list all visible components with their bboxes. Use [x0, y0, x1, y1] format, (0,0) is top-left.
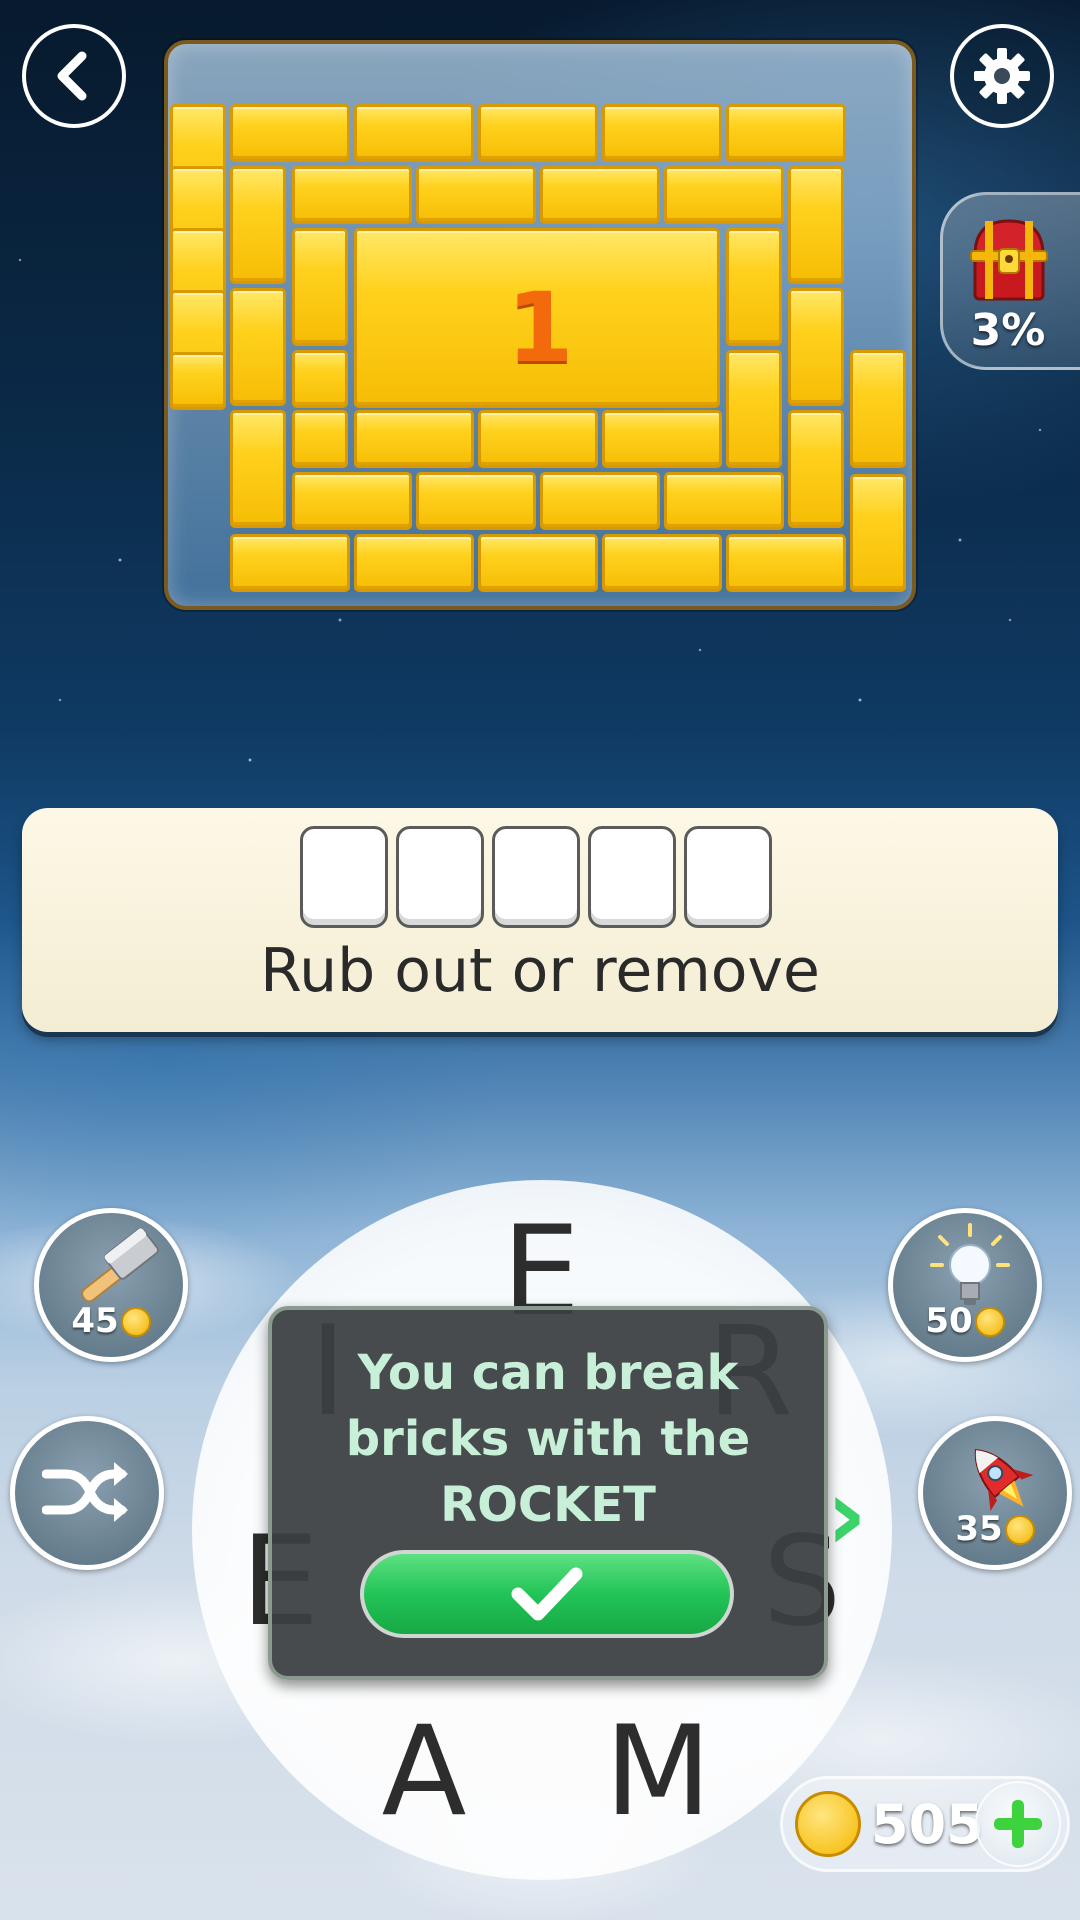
brick — [230, 166, 286, 284]
chevron-right-icon: › — [826, 1456, 868, 1573]
coin-icon — [1004, 1515, 1035, 1545]
tip-line: ROCKET — [440, 1477, 656, 1533]
brick — [292, 410, 348, 468]
brick — [230, 534, 350, 592]
coin-balance: 505 — [780, 1776, 1070, 1872]
brick-board: 1 — [164, 40, 916, 610]
brick — [354, 410, 474, 468]
brick — [354, 534, 474, 592]
brick — [850, 474, 906, 592]
treasure-progress-text: 3% — [970, 305, 1046, 356]
tip-line: You can break — [357, 1345, 739, 1401]
shuffle-icon — [42, 1462, 128, 1522]
answer-slot — [588, 826, 676, 928]
confirm-button[interactable] — [360, 1550, 734, 1638]
chevron-left-icon — [57, 51, 87, 101]
tip-text: You can break bricks with the ROCKET — [282, 1340, 814, 1538]
brick — [292, 472, 412, 530]
brick — [664, 472, 784, 530]
coin-icon — [795, 1791, 861, 1857]
coin-count: 505 — [871, 1793, 984, 1856]
answer-slots — [300, 826, 772, 928]
treasure-chest-progress[interactable]: 3% — [940, 192, 1080, 370]
brick — [788, 410, 844, 528]
wheel-letter[interactable]: A — [364, 1700, 484, 1844]
brick — [230, 104, 350, 162]
brick — [416, 472, 536, 530]
shuffle-button[interactable] — [10, 1416, 164, 1570]
settings-button[interactable] — [950, 24, 1054, 128]
brick — [478, 534, 598, 592]
rocket-tip-dialog: You can break bricks with the ROCKET — [268, 1306, 828, 1680]
brick — [602, 410, 722, 468]
coin-icon — [120, 1307, 151, 1337]
answer-slot — [396, 826, 484, 928]
brick — [478, 410, 598, 468]
rocket-powerup-button[interactable]: 35 — [918, 1416, 1072, 1570]
brick — [416, 166, 536, 224]
hint-cost: 50 — [893, 1301, 1037, 1341]
gear-icon — [974, 48, 1030, 104]
coin-icon — [974, 1307, 1005, 1337]
clue-text: Rub out or remove — [260, 936, 820, 1006]
answer-slot — [684, 826, 772, 928]
tip-line: bricks with the — [345, 1411, 751, 1467]
clue-panel: Rub out or remove — [22, 808, 1058, 1032]
brick — [292, 166, 412, 224]
plus-icon — [994, 1800, 1042, 1848]
treasure-chest-icon — [970, 219, 1048, 301]
brick — [540, 472, 660, 530]
brick — [540, 166, 660, 224]
rocket-cost: 35 — [923, 1509, 1067, 1549]
brick — [726, 534, 846, 592]
brick — [602, 104, 722, 162]
checkmark-icon — [511, 1567, 583, 1621]
level-number: 1 — [506, 272, 574, 384]
answer-slot — [300, 826, 388, 928]
hammer-powerup-button[interactable]: 45 — [34, 1208, 188, 1362]
brick — [478, 104, 598, 162]
brick — [230, 410, 286, 528]
lightbulb-icon — [930, 1223, 1010, 1305]
brick — [354, 104, 474, 162]
hammer-cost: 45 — [39, 1301, 183, 1341]
hint-powerup-button[interactable]: 50 — [888, 1208, 1042, 1362]
brick — [726, 104, 846, 162]
answer-slot — [492, 826, 580, 928]
back-button[interactable] — [22, 24, 126, 128]
brick — [602, 534, 722, 592]
add-coins-button[interactable] — [975, 1781, 1061, 1867]
brick — [664, 166, 784, 224]
brick — [788, 166, 844, 284]
wheel-letter[interactable]: M — [598, 1700, 718, 1844]
